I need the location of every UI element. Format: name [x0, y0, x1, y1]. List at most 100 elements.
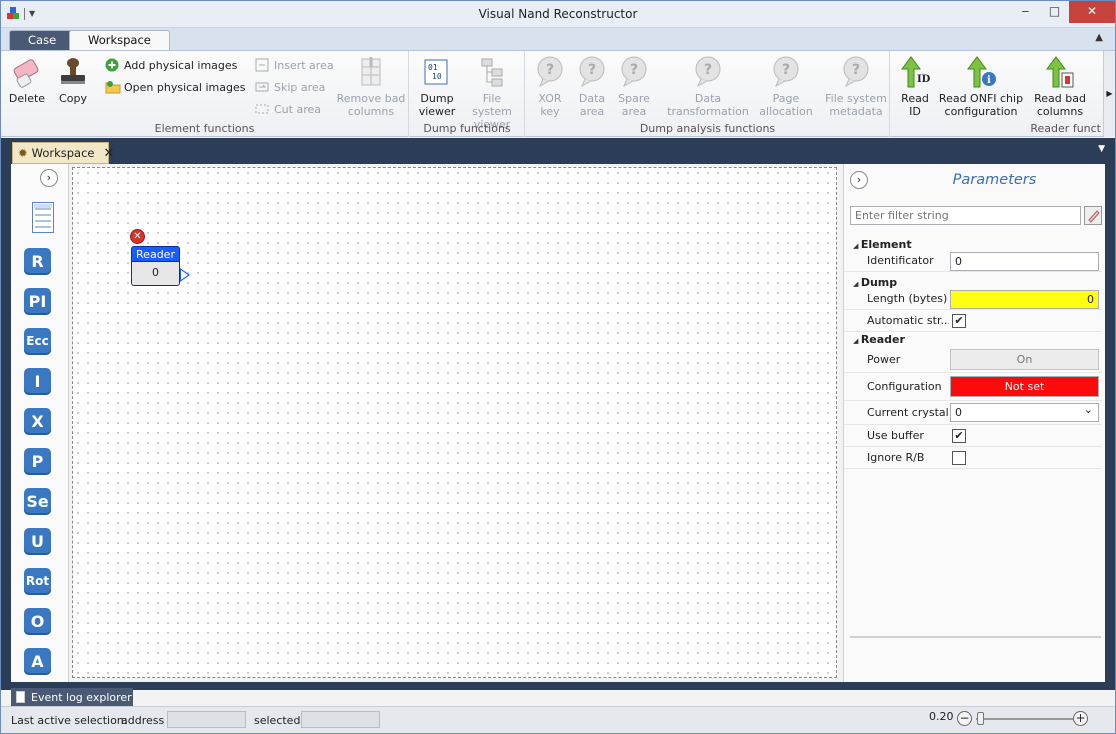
- read-bad-columns-button[interactable]: Read bad columns: [1031, 55, 1089, 118]
- open-physical-images-button[interactable]: Open physical images: [105, 78, 245, 96]
- minimize-button[interactable]: ‒: [1011, 1, 1040, 23]
- ignore-rb-label: Ignore R/B: [867, 451, 925, 464]
- file-system-metadata-button[interactable]: ? File system metadata: [824, 55, 888, 118]
- page-allocation-button[interactable]: ? Page allocation: [756, 55, 816, 118]
- id-badge: ID: [917, 74, 931, 85]
- xor-key-button[interactable]: ? XOR key: [530, 55, 570, 118]
- folder-icon: [105, 80, 121, 94]
- panel-splitter[interactable]: [850, 636, 1101, 638]
- identificator-field[interactable]: 0: [950, 252, 1099, 271]
- ignore-rb-checkbox[interactable]: [952, 451, 966, 465]
- data-transformation-button[interactable]: ? Data transformation: [666, 55, 750, 118]
- data-area-label-2: area: [579, 105, 605, 118]
- svg-text:?: ?: [782, 62, 790, 78]
- remove-columns-icon: [354, 55, 388, 89]
- tool-ecc-button[interactable]: Ecc: [24, 328, 51, 355]
- read-bad-label-2: columns: [1036, 105, 1084, 118]
- tool-p-button[interactable]: P: [24, 448, 51, 475]
- skip-area-icon: [255, 80, 269, 94]
- filter-input[interactable]: [850, 206, 1081, 225]
- insert-area-button[interactable]: Insert area: [255, 56, 334, 74]
- spare-area-button[interactable]: ? Spare area: [614, 55, 654, 118]
- zoom-out-button[interactable]: −: [957, 711, 972, 726]
- section-reader[interactable]: Reader: [853, 333, 905, 346]
- error-icon: ✕: [130, 229, 145, 244]
- zoom-slider-thumb[interactable]: [977, 712, 984, 725]
- tool-rot-button[interactable]: Rot: [24, 568, 51, 595]
- tool-pi-button[interactable]: PI: [24, 288, 51, 315]
- delete-label: Delete: [8, 92, 46, 105]
- eraser-icon: [10, 55, 44, 89]
- remove-bad-columns-button[interactable]: Remove bad columns: [335, 55, 407, 118]
- automatic-checkbox[interactable]: ✔: [952, 314, 966, 328]
- tool-a-button[interactable]: A: [24, 648, 51, 675]
- configuration-button[interactable]: Not set: [950, 376, 1099, 397]
- document-icon: [16, 691, 25, 703]
- tab-workspace-document[interactable]: ✹ Workspace ✕: [12, 142, 114, 164]
- xor-label-1: XOR: [538, 92, 562, 105]
- svg-text:?: ?: [630, 62, 638, 78]
- address-field: [167, 711, 246, 728]
- tool-u-button[interactable]: U: [24, 528, 51, 555]
- question-bubble-icon: ?: [575, 55, 609, 89]
- doc-tab-close-icon[interactable]: ✕: [104, 146, 115, 161]
- question-bubble-icon: ?: [769, 55, 803, 89]
- tool-o-button[interactable]: O: [24, 608, 51, 635]
- output-port[interactable]: [180, 268, 190, 282]
- tab-workspace[interactable]: Workspace: [69, 30, 170, 52]
- ribbon-scroll-right-icon[interactable]: ▶: [1103, 51, 1115, 137]
- data-area-button[interactable]: ? Data area: [572, 55, 612, 118]
- group-reader-functions: ID Read ID i Read ONFI chip configuratio…: [891, 51, 1103, 137]
- row-length: Length (bytes) 0: [844, 288, 1102, 310]
- insert-area-label: Insert area: [274, 58, 334, 72]
- tool-reader-button[interactable]: R: [24, 248, 51, 275]
- address-label: address: [121, 714, 165, 727]
- dump-viewer-label-2: viewer: [418, 105, 456, 118]
- workspace-canvas[interactable]: ✕ Reader 0: [72, 167, 837, 678]
- skip-area-button[interactable]: Skip area: [255, 78, 325, 96]
- status-bar: Last active selection: address selected …: [1, 706, 1115, 733]
- buffer-checkbox[interactable]: ✔: [952, 429, 966, 443]
- group-label-dump-functions: Dump functions: [423, 122, 511, 135]
- toolbox-expand-icon[interactable]: ›: [40, 169, 58, 187]
- read-onfi-label-1: Read ONFI chip: [938, 92, 1024, 105]
- read-onfi-button[interactable]: i Read ONFI chip configuration: [938, 55, 1024, 118]
- dump-viewer-button[interactable]: 01 10 Dump viewer: [414, 55, 460, 118]
- copy-button[interactable]: Copy: [53, 55, 93, 105]
- zoom-slider-track[interactable]: [976, 718, 1074, 720]
- page-alloc-label-1: Page: [772, 92, 800, 105]
- event-log-tab[interactable]: Event log explorer: [11, 688, 133, 706]
- row-identificator: Identificator 0: [844, 250, 1102, 272]
- clear-filter-icon[interactable]: [1084, 206, 1102, 225]
- power-button[interactable]: On: [950, 349, 1099, 370]
- question-bubble-icon: ?: [691, 55, 725, 89]
- cut-area-button[interactable]: Cut area: [255, 100, 321, 118]
- delete-button[interactable]: Delete: [7, 55, 47, 105]
- crystal-select[interactable]: 0: [950, 401, 1099, 422]
- fs-viewer-label-1: File system: [472, 92, 512, 118]
- list-view-icon[interactable]: [32, 202, 54, 233]
- ribbon-collapse-icon[interactable]: ▲: [1095, 32, 1103, 43]
- question-bubble-icon: ?: [533, 55, 567, 89]
- app-window: ▼ Visual Nand Reconstructor ‒ □ ✕ Case W…: [0, 0, 1116, 734]
- svg-text:?: ?: [546, 62, 554, 78]
- tool-se-button[interactable]: Se: [24, 488, 51, 515]
- read-id-button[interactable]: ID Read ID: [897, 55, 933, 118]
- reader-node[interactable]: ✕ Reader 0: [130, 229, 190, 288]
- tab-menu-icon[interactable]: ▼: [1098, 144, 1105, 154]
- question-bubble-icon: ?: [839, 55, 873, 89]
- add-physical-images-button[interactable]: Add physical images: [105, 56, 237, 74]
- transform-label-1: Data: [694, 92, 722, 105]
- maximize-button[interactable]: □: [1040, 1, 1069, 23]
- file-system-viewer-button[interactable]: File system viewer: [462, 55, 522, 131]
- zoom-in-button[interactable]: +: [1073, 711, 1088, 726]
- ribbon-tabstrip: Case Workspace ▲: [1, 28, 1115, 52]
- plus-icon: [105, 58, 119, 72]
- row-automatic: Automatic str... ✔: [844, 310, 1102, 332]
- tool-x-button[interactable]: X: [24, 408, 51, 435]
- spare-label-1: Spare: [618, 92, 650, 105]
- close-button[interactable]: ✕: [1069, 1, 1115, 23]
- length-field[interactable]: 0: [950, 290, 1099, 309]
- tool-i-button[interactable]: I: [24, 368, 51, 395]
- tab-case[interactable]: Case: [9, 30, 76, 51]
